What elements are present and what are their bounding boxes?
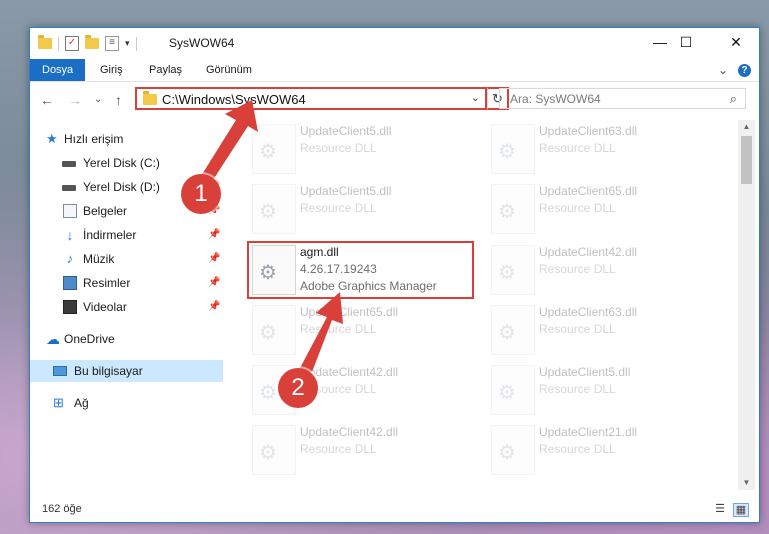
annotation-arrows (201, 100, 343, 372)
arrow-1 (201, 100, 258, 180)
arrow-2 (300, 292, 343, 372)
step-2-badge: 2 (278, 368, 318, 408)
arrow-1-shape (201, 100, 258, 180)
step-1-badge: 1 (181, 174, 221, 214)
arrow-2-shape (300, 292, 343, 372)
